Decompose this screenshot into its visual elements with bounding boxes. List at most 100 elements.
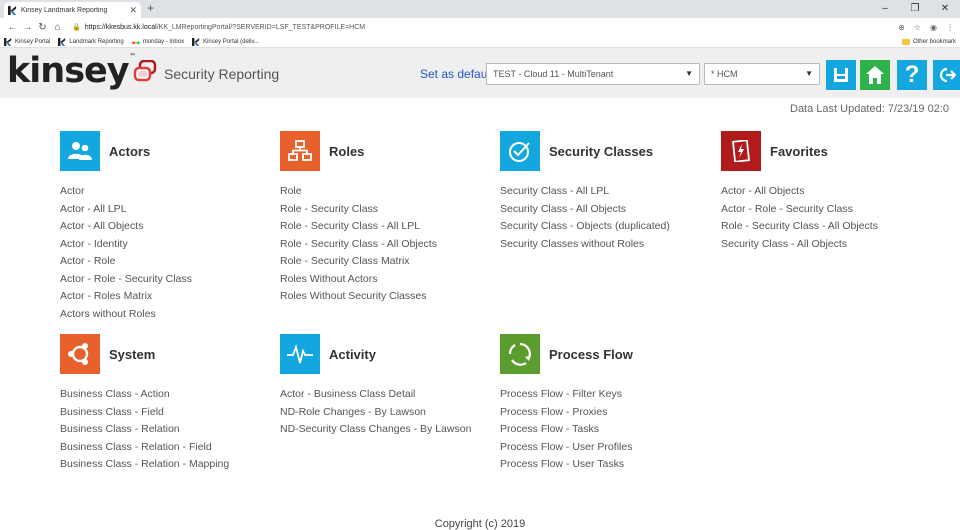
report-link[interactable]: Actor - Business Class Detail <box>280 386 500 404</box>
extension-icon[interactable]: ◉ <box>930 23 937 32</box>
report-link[interactable]: Security Class - Objects (duplicated) <box>500 218 720 236</box>
new-tab-button[interactable]: + <box>147 1 154 15</box>
report-link[interactable]: Role - Security Class Matrix <box>280 253 500 271</box>
category-header[interactable]: Process Flow <box>500 334 720 374</box>
report-link[interactable]: Security Class - All LPL <box>500 183 720 201</box>
home-nav-icon[interactable]: ⌂ <box>51 22 64 33</box>
back-icon[interactable]: ← <box>6 22 19 33</box>
browser-tabstrip: Kinsey Landmark Reporting ✕ + – ❐ ✕ <box>0 0 960 18</box>
logout-button[interactable] <box>933 60 960 90</box>
logout-icon <box>939 67 956 83</box>
lock-icon: 🔒 <box>72 24 81 31</box>
dropdown-arrow-icon: ▼ <box>805 69 813 78</box>
report-link[interactable]: Business Class - Relation <box>60 421 280 439</box>
url-host: https://kkesbus.kk.local <box>84 23 157 31</box>
report-link[interactable]: Role - Security Class <box>280 201 500 219</box>
category-activity: Activity Actor - Business Class Detail ND… <box>280 334 500 439</box>
category-header[interactable]: Roles <box>280 131 500 171</box>
category-title: Process Flow <box>549 346 633 362</box>
copyright-footer: Copyright (c) 2019 <box>434 518 526 530</box>
monday-icon <box>132 41 140 44</box>
report-link[interactable]: Business Class - Action <box>60 386 280 404</box>
cycle-icon <box>508 342 531 366</box>
report-link[interactable]: Process Flow - Filter Keys <box>500 386 720 404</box>
category-title: Actors <box>109 143 151 159</box>
report-link[interactable]: Actor <box>60 183 280 201</box>
report-link[interactable]: Role - Security Class - All Objects <box>280 236 500 254</box>
report-link[interactable]: Actor - All Objects <box>60 218 280 236</box>
category-icon-tile <box>500 334 540 374</box>
category-header[interactable]: Actors <box>60 131 280 171</box>
report-link[interactable]: Business Class - Relation - Field <box>60 439 280 457</box>
kinsey-logo: kinsey™ <box>7 51 136 91</box>
other-bookmarks[interactable]: Other bookmark <box>901 38 956 45</box>
address-bar-icons: ⊕ ☆ ◉ ⋮ <box>898 23 954 32</box>
category-title: System <box>109 346 156 362</box>
forward-icon[interactable]: → <box>21 22 34 33</box>
report-link[interactable]: Actor - Roles Matrix <box>60 288 280 306</box>
help-icon: ? <box>904 61 920 88</box>
environment-select[interactable]: TEST - Cloud 11 - MultiTenant ▼ <box>486 63 700 85</box>
report-link[interactable]: Actor - Identity <box>60 236 280 254</box>
report-link[interactable]: Actor - All LPL <box>60 201 280 219</box>
category-header[interactable]: Security Classes <box>500 131 720 171</box>
bookmark-star-icon[interactable]: ☆ <box>914 23 921 32</box>
close-window-icon[interactable]: ✕ <box>930 0 960 18</box>
report-link[interactable]: ND-Role Changes - By Lawson <box>280 404 500 422</box>
dropdown-arrow-icon: ▼ <box>685 69 693 78</box>
report-link[interactable]: Actor - Role - Security Class <box>721 201 941 219</box>
url-field[interactable]: 🔒 https://kkesbus.kk.local /KK_LMReporti… <box>72 23 898 32</box>
reload-icon[interactable]: ↻ <box>36 22 49 33</box>
report-link[interactable]: Roles Without Actors <box>280 271 500 289</box>
browser-tab[interactable]: Kinsey Landmark Reporting ✕ <box>4 2 141 18</box>
report-link[interactable]: Role - Security Class - All Objects <box>721 218 941 236</box>
report-link[interactable]: Business Class - Relation - Mapping <box>60 456 280 474</box>
tab-close-icon[interactable]: ✕ <box>129 5 137 16</box>
zoom-icon[interactable]: ⊕ <box>898 23 905 32</box>
report-link[interactable]: Actor - Role - Security Class <box>60 271 280 289</box>
set-as-default-link[interactable]: Set as default <box>420 67 493 81</box>
help-button[interactable]: ? <box>897 60 927 90</box>
category-icon-tile <box>60 131 100 171</box>
check-circle-icon <box>509 142 530 162</box>
save-icon <box>834 68 848 82</box>
home-icon <box>866 66 884 84</box>
report-link[interactable]: Process Flow - User Tasks <box>500 456 720 474</box>
bookmark-item[interactable]: Landmark Reporting <box>58 37 124 46</box>
category-header[interactable]: Activity <box>280 334 500 374</box>
minimize-icon[interactable]: – <box>870 0 900 18</box>
system-icon <box>68 343 89 365</box>
report-link[interactable]: Actors without Roles <box>60 306 280 324</box>
report-list: Role Role - Security Class Role - Security… <box>280 183 500 306</box>
users-icon <box>68 142 92 160</box>
menu-icon[interactable]: ⋮ <box>946 23 954 32</box>
report-link[interactable]: Security Class - All Objects <box>721 236 941 254</box>
report-link[interactable]: Security Classes without Roles <box>500 236 720 254</box>
category-header[interactable]: Favorites <box>721 131 941 171</box>
bookmark-item[interactable]: Kinsey Portal (deliv... <box>192 37 259 46</box>
report-link[interactable]: Role - Security Class - All LPL <box>280 218 500 236</box>
maximize-icon[interactable]: ❐ <box>900 0 930 18</box>
bookmark-item[interactable]: Kinsey Portal <box>4 37 50 46</box>
report-link[interactable]: Business Class - Field <box>60 404 280 422</box>
report-link[interactable]: Process Flow - Tasks <box>500 421 720 439</box>
report-link[interactable]: Security Class - All Objects <box>500 201 720 219</box>
report-link[interactable]: Process Flow - User Profiles <box>500 439 720 457</box>
report-link[interactable]: Actor - All Objects <box>721 183 941 201</box>
category-title: Favorites <box>770 143 828 159</box>
report-link[interactable]: Actor - Role <box>60 253 280 271</box>
report-link[interactable]: ND-Security Class Changes - By Lawson <box>280 421 500 439</box>
report-link[interactable]: Roles Without Security Classes <box>280 288 500 306</box>
profile-select[interactable]: * HCM ▼ <box>704 63 820 85</box>
report-link[interactable]: Role <box>280 183 500 201</box>
bookmark-item[interactable]: monday - Inbox <box>132 38 184 46</box>
category-actors: Actors Actor Actor - All LPL Actor - All O… <box>60 131 280 323</box>
save-default-button[interactable] <box>826 60 856 90</box>
category-header[interactable]: System <box>60 334 280 374</box>
url-path: /KK_LMReportingPortal/?SERVERID=LSF_TEST… <box>156 23 366 31</box>
report-list: Process Flow - Filter Keys Process Flow -… <box>500 386 720 474</box>
report-link[interactable]: Process Flow - Proxies <box>500 404 720 422</box>
home-button[interactable] <box>860 60 890 90</box>
tab-title: Kinsey Landmark Reporting <box>21 6 108 14</box>
security-reporting-logo-icon <box>133 60 157 82</box>
